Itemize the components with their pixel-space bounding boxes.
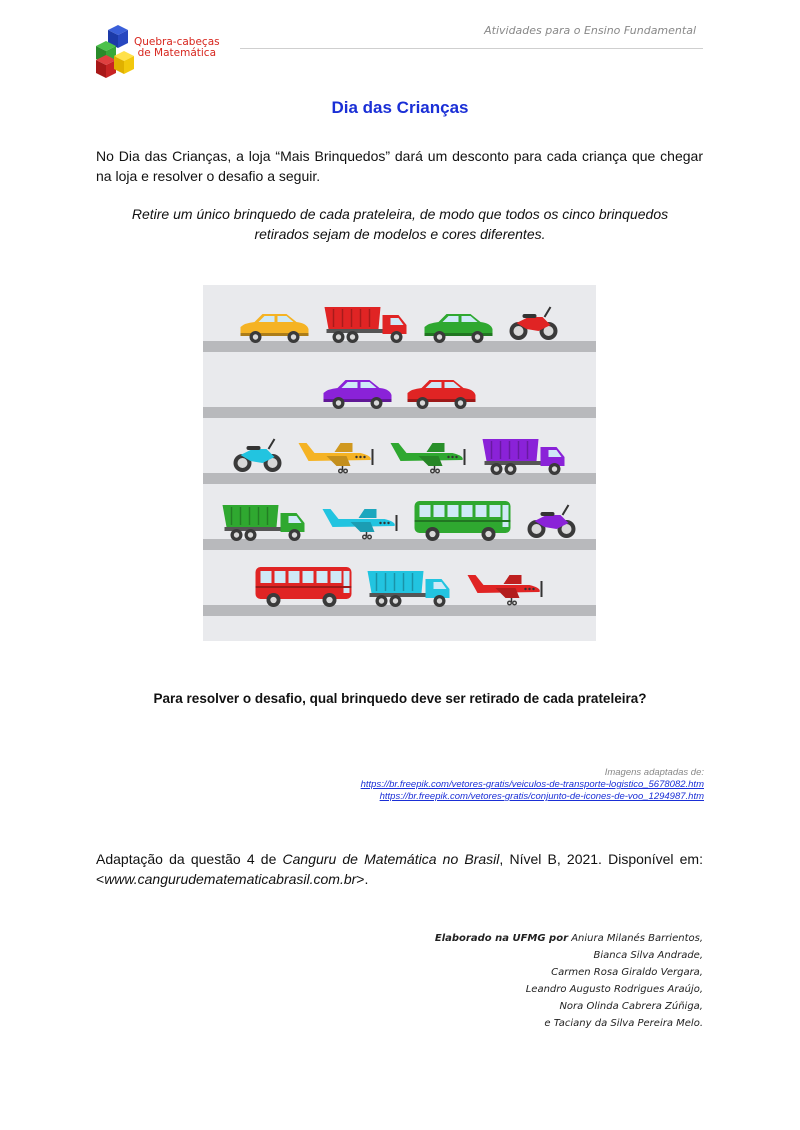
credits-link-2[interactable]: https://br.freepik.com/vetores-gratis/co…	[380, 791, 704, 802]
adaptation-post: >.	[356, 871, 369, 887]
challenge-statement: Retire um único brinquedo de cada pratel…	[131, 206, 669, 242]
authors-label: Elaborado na UFMG por	[434, 933, 568, 944]
question: Para resolver o desafio, qual brinquedo …	[153, 691, 647, 706]
page-title: Dia das Crianças	[331, 98, 469, 117]
credits-link-1[interactable]: https://br.freepik.com/vetores-gratis/ve…	[361, 779, 704, 790]
logo: Quebra-cabeças de Matemática	[94, 22, 244, 80]
shelf-board	[203, 341, 596, 352]
shelf-board	[203, 539, 596, 550]
adaptation-source: Canguru de Matemática no Brasil	[282, 851, 500, 867]
author-name: Carmen Rosa Giraldo Vergara,	[551, 967, 703, 978]
author-name: Leandro Augusto Rodrigues Araújo,	[525, 984, 703, 995]
header-divider	[240, 48, 703, 49]
image-credits: Imagens adaptadas de: https://br.freepik…	[361, 767, 704, 803]
logo-line-2: de Matemática	[137, 47, 217, 59]
logo-text: Quebra-cabeças de Matemática	[134, 37, 220, 59]
author-name: e Taciany da Silva Pereira Melo.	[544, 1018, 703, 1029]
intro-paragraph: No Dia das Crianças, a loja “Mais Brinqu…	[96, 148, 703, 184]
shelf-board	[203, 473, 596, 484]
credits-label: Imagens adaptadas de:	[604, 767, 704, 778]
author-name: Bianca Silva Andrade,	[593, 950, 703, 961]
toy-shelves-illustration	[203, 285, 596, 641]
author-name: Nora Olinda Cabrera Zúñiga,	[559, 1001, 703, 1012]
adaptation-pre: Adaptação da questão 4 de	[96, 851, 283, 867]
adaptation-note: Adaptação da questão 4 de Canguru de Mat…	[96, 849, 703, 889]
adaptation-url: www.cangurudematematicabrasil.com.br	[104, 871, 357, 887]
header-tagline: Atividades para o Ensino Fundamental	[484, 24, 696, 37]
authors-block: Elaborado na UFMG por Aniura Milanés Bar…	[435, 930, 703, 1032]
shelf-board	[203, 407, 596, 418]
author-name: Aniura Milanés Barrientos,	[571, 933, 703, 944]
shelf-board	[203, 605, 596, 616]
